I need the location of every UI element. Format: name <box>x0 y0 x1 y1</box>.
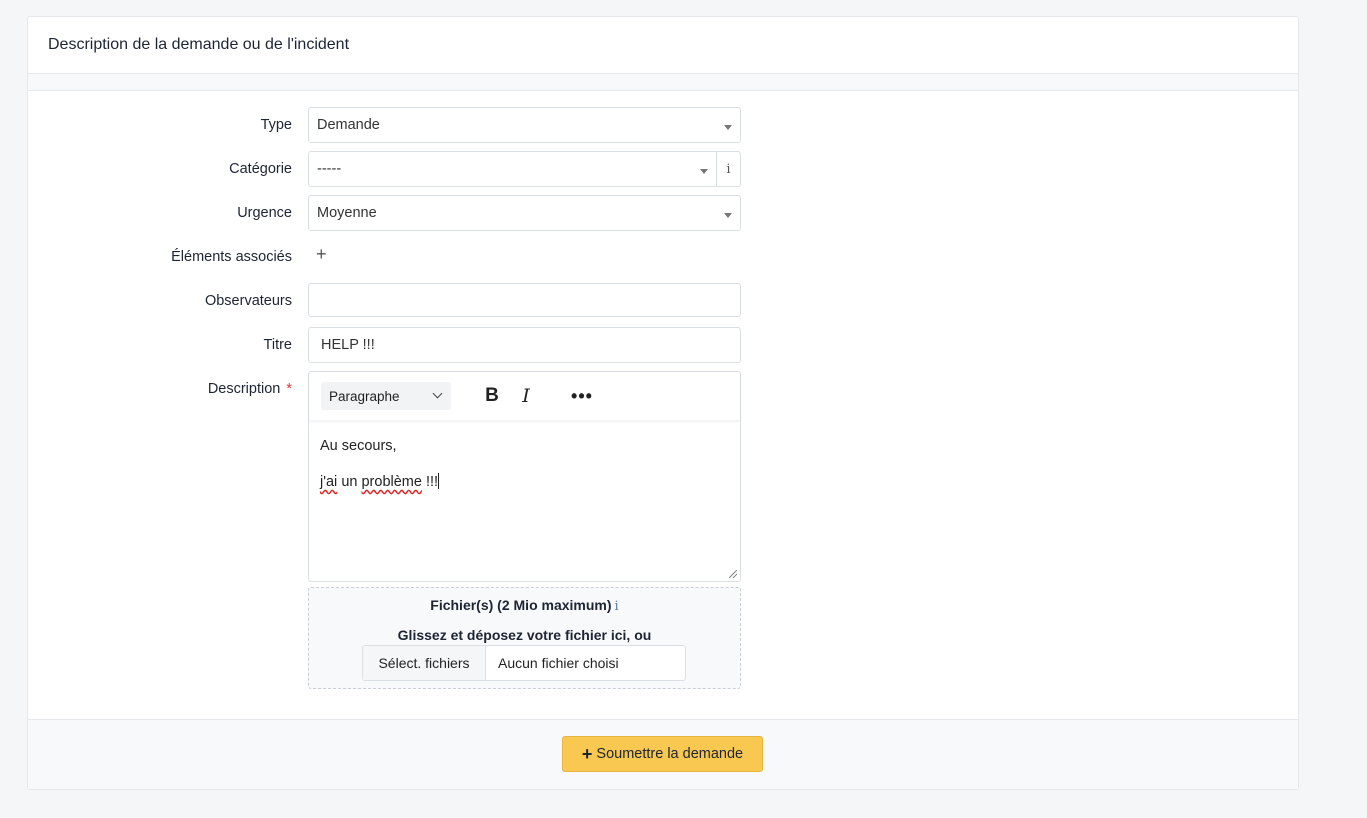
resize-handle-icon[interactable] <box>729 570 737 578</box>
drop-instruction: Glissez et déposez votre fichier ici, ou <box>397 627 652 643</box>
card-header-strip <box>28 74 1298 91</box>
observers-label: Observateurs <box>204 293 292 309</box>
dropdown-caret-icon <box>724 125 732 130</box>
file-input[interactable]: Sélect. fichiers Aucun fichier choisi <box>362 645 686 681</box>
observers-input[interactable] <box>308 283 741 317</box>
submit-request-label: Soumettre la demande <box>596 746 744 762</box>
card-title: Description de la demande ou de l'incide… <box>48 36 350 53</box>
linked-items-label: Éléments associés <box>171 249 292 265</box>
category-select-value: ----- <box>317 161 342 177</box>
editor-content[interactable]: Au secours, j'ai un problème !!! <box>309 420 740 524</box>
description-label: Description * <box>208 381 292 397</box>
paragraph-format-select[interactable]: Paragraphe <box>321 382 451 410</box>
editor-word: un <box>341 474 358 490</box>
category-label: Catégorie <box>229 161 292 177</box>
urgency-select-value: Moyenne <box>317 205 377 221</box>
file-limit-text: Fichier(s) (2 Mio maximum) <box>430 597 612 613</box>
chevron-down-icon <box>432 388 443 399</box>
category-info-icon[interactable]: i <box>716 152 740 186</box>
dropdown-caret-icon <box>724 213 732 218</box>
type-select[interactable]: Demande <box>308 107 741 143</box>
misspelled-word: problème <box>361 474 422 490</box>
bold-button[interactable]: B <box>477 382 507 410</box>
italic-button[interactable]: I <box>511 382 541 410</box>
select-files-button[interactable]: Sélect. fichiers <box>363 646 486 680</box>
misspelled-word: j'ai <box>320 474 338 490</box>
title-input-value: HELP !!! <box>321 337 375 353</box>
ticket-form-card: Description de la demande ou de l'incide… <box>27 16 1299 790</box>
text-cursor <box>438 473 440 489</box>
category-select[interactable]: ----- i <box>308 151 741 187</box>
no-file-chosen-text: Aucun fichier choisi <box>498 655 619 671</box>
editor-word: !!! <box>425 474 439 490</box>
more-options-button[interactable]: ••• <box>567 382 597 410</box>
plus-icon: + <box>581 743 593 764</box>
file-dropzone[interactable]: Fichier(s) (2 Mio maximum) i Glissez et d… <box>308 587 741 689</box>
editor-paragraph: Au secours, <box>320 438 397 454</box>
urgency-label: Urgence <box>237 205 292 221</box>
editor-toolbar: Paragraphe B I ••• <box>309 372 740 420</box>
description-editor[interactable]: Paragraphe B I ••• Au secours, j'ai un p… <box>308 371 741 582</box>
dropdown-caret-icon <box>700 169 708 174</box>
file-dropzone-title: Fichier(s) (2 Mio maximum) i <box>309 597 740 614</box>
urgency-select[interactable]: Moyenne <box>308 195 741 231</box>
title-label: Titre <box>263 337 292 353</box>
type-select-value: Demande <box>317 117 380 133</box>
card-header: Description de la demande ou de l'incide… <box>28 17 1298 74</box>
card-footer: + Soumettre la demande <box>28 719 1298 789</box>
editor-paragraph: j'ai un problème !!! <box>320 472 729 492</box>
submit-request-button[interactable]: + Soumettre la demande <box>562 736 763 772</box>
description-label-text: Description <box>207 381 281 397</box>
paragraph-format-value: Paragraphe <box>329 388 400 404</box>
type-label: Type <box>260 117 292 133</box>
title-input[interactable]: HELP !!! <box>308 327 741 363</box>
file-info-icon[interactable]: i <box>615 599 619 614</box>
add-linked-item-icon[interactable]: + <box>316 244 327 265</box>
required-mark: * <box>286 381 292 397</box>
